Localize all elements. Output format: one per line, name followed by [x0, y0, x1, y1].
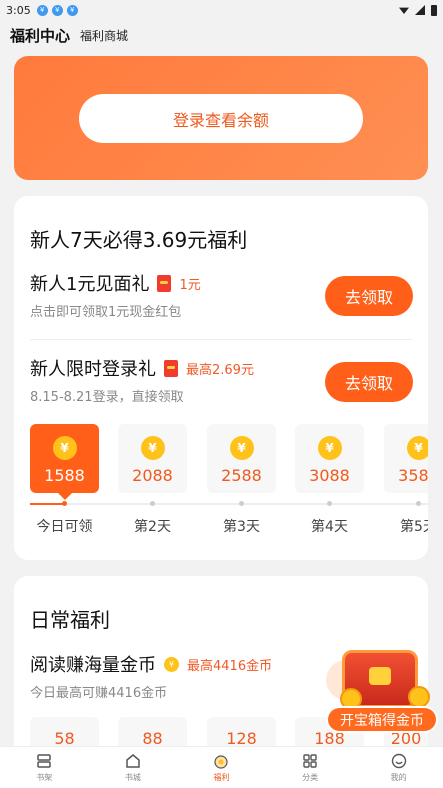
gift1-reward: 1元	[179, 277, 201, 293]
chest-lock	[369, 667, 391, 685]
gift1-title: 新人1元见面礼	[30, 274, 150, 295]
welfare-mall-link[interactable]: 福利商城	[80, 27, 128, 44]
balance-banner: 登录查看余额	[14, 56, 428, 180]
tab-label: 福利	[213, 773, 230, 782]
tab-label: 我的	[390, 773, 407, 782]
notification-icons: ¥ ¥ ¥	[36, 4, 78, 16]
wifi-icon	[399, 7, 409, 14]
day-label: 今日可领	[36, 519, 93, 535]
day-label: 第4天	[311, 519, 348, 535]
login-view-balance-button[interactable]: 登录查看余额	[79, 94, 363, 143]
tab-bookstore[interactable]: 书城	[89, 747, 178, 788]
notification-icon: ¥	[51, 4, 63, 16]
coin-icon: ¥	[164, 656, 179, 672]
newbie-welfare-card: 新人7天必得3.69元福利 新人1元见面礼 1元 点击即可领取1元现金红包 去领…	[14, 196, 428, 560]
coin-icon	[408, 686, 430, 708]
tab-label: 书城	[124, 773, 141, 782]
newbie-title: 新人7天必得3.69元福利	[30, 228, 248, 252]
daily-title: 日常福利	[30, 608, 110, 632]
coin-icon: ¥	[317, 436, 342, 460]
progress-track	[30, 503, 428, 505]
tab-label: 书架	[36, 773, 53, 782]
read-row: 阅读赚海量金币 ¥ 最高4416金币	[30, 651, 272, 677]
signal-icon	[415, 5, 425, 15]
read-subtitle: 今日最高可赚4416金币	[30, 686, 168, 701]
daily-checkin-track[interactable]: ¥ 1588 ¥ 2088 ¥ 2588 ¥ 3088 ¥ 3588 今日可领 …	[30, 424, 428, 544]
coin-icon: ¥	[229, 436, 254, 460]
day-label: 第2天	[134, 519, 171, 535]
coin-icon: ¥	[52, 436, 77, 460]
day-amount: 1588	[44, 466, 85, 485]
day-label: 第5天	[400, 519, 428, 535]
coin-icon: ¥	[140, 436, 165, 460]
red-packet-icon	[164, 359, 178, 377]
home-icon	[126, 754, 140, 768]
battery-icon	[431, 4, 437, 16]
tab-profile[interactable]: 我的	[354, 747, 443, 788]
read-title: 阅读赚海量金币	[30, 655, 156, 676]
notification-icon: ¥	[36, 4, 48, 16]
status-bar: 3:05 ¥ ¥ ¥	[0, 0, 443, 20]
day-cell-2[interactable]: ¥ 2088	[118, 424, 187, 493]
day-cell-4[interactable]: ¥ 3088	[295, 424, 364, 493]
tab-welfare[interactable]: 福利	[177, 747, 266, 788]
track-dot	[416, 501, 421, 506]
gift2-row: 新人限时登录礼 最高2.69元	[30, 355, 254, 381]
coin-icon: ¥	[406, 436, 428, 460]
page-title[interactable]: 福利中心	[10, 25, 70, 46]
gift2-title: 新人限时登录礼	[30, 359, 156, 380]
bottom-tab-bar: 书架 书城 福利 分类 我的	[0, 746, 443, 788]
read-reward: 最高4416金币	[187, 658, 273, 674]
open-chest-label[interactable]: 开宝箱得金币	[326, 706, 438, 733]
day-cell-1[interactable]: ¥ 1588	[30, 424, 99, 500]
gift1-row: 新人1元见面礼 1元	[30, 270, 201, 296]
clock: 3:05	[6, 3, 31, 17]
grid-icon	[303, 754, 317, 768]
treasure-chest-widget[interactable]: 开宝箱得金币	[326, 640, 438, 735]
day-amount: 3588	[398, 466, 428, 485]
gift1-subtitle: 点击即可领取1元现金红包	[30, 305, 182, 320]
day-cell-3[interactable]: ¥ 2588	[207, 424, 276, 493]
profile-icon	[391, 753, 406, 769]
track-dot	[62, 501, 67, 506]
progress-fill	[30, 503, 64, 505]
track-dot	[239, 501, 244, 506]
day-cell-5[interactable]: ¥ 3588	[384, 424, 428, 493]
gift2-reward: 最高2.69元	[186, 362, 254, 378]
day-amount: 2088	[132, 466, 173, 485]
gift-icon	[214, 755, 229, 769]
notification-icon: ¥	[66, 4, 78, 16]
track-dot	[327, 501, 332, 506]
red-packet-icon	[157, 274, 172, 292]
day-amount: 2588	[221, 466, 262, 485]
gift1-claim-button[interactable]: 去领取	[325, 276, 413, 316]
day-amount: 3088	[309, 466, 350, 485]
gift2-subtitle: 8.15-8.21登录，直接领取	[30, 390, 184, 405]
gift2-claim-button[interactable]: 去领取	[325, 362, 413, 402]
top-nav: 福利中心 福利商城	[0, 22, 443, 48]
bookshelf-icon	[37, 754, 52, 768]
track-dot	[150, 501, 155, 506]
tab-label: 分类	[302, 773, 319, 782]
day-label: 第3天	[223, 519, 260, 535]
tab-category[interactable]: 分类	[266, 747, 355, 788]
divider	[30, 339, 412, 340]
tab-bookshelf[interactable]: 书架	[0, 747, 89, 788]
